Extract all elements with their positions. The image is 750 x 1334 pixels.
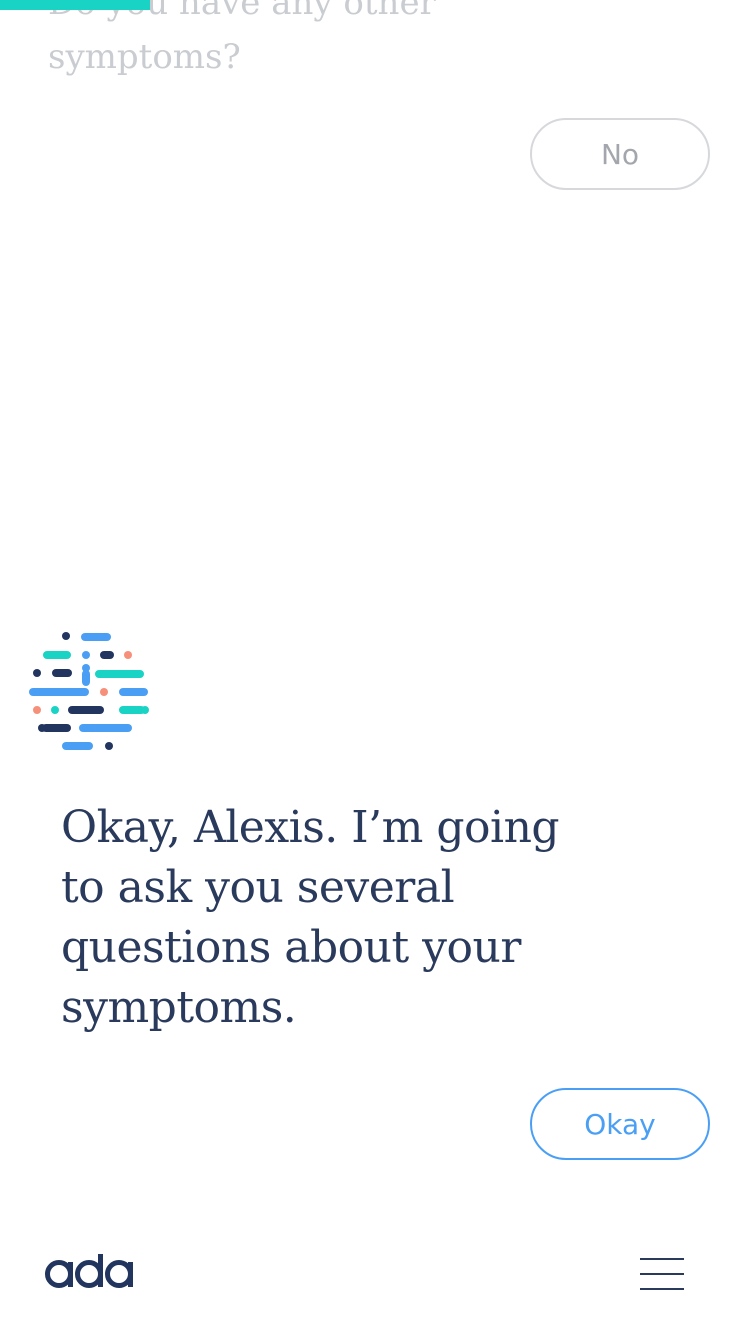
ada-avatar-icon bbox=[29, 632, 149, 750]
progress-fill bbox=[0, 0, 150, 10]
answer-no-button[interactable]: No bbox=[530, 118, 710, 190]
menu-line bbox=[640, 1288, 684, 1290]
ada-logo bbox=[45, 1254, 133, 1288]
menu-line bbox=[640, 1273, 684, 1275]
hamburger-menu-icon[interactable] bbox=[636, 1252, 688, 1296]
progress-bar bbox=[0, 0, 750, 10]
assistant-message: Okay, Alexis. I’m going to ask you sever… bbox=[61, 802, 560, 1033]
menu-line bbox=[640, 1258, 684, 1260]
previous-question-text: Do you have any other symptoms? bbox=[48, 0, 436, 77]
okay-button[interactable]: Okay bbox=[530, 1088, 710, 1160]
